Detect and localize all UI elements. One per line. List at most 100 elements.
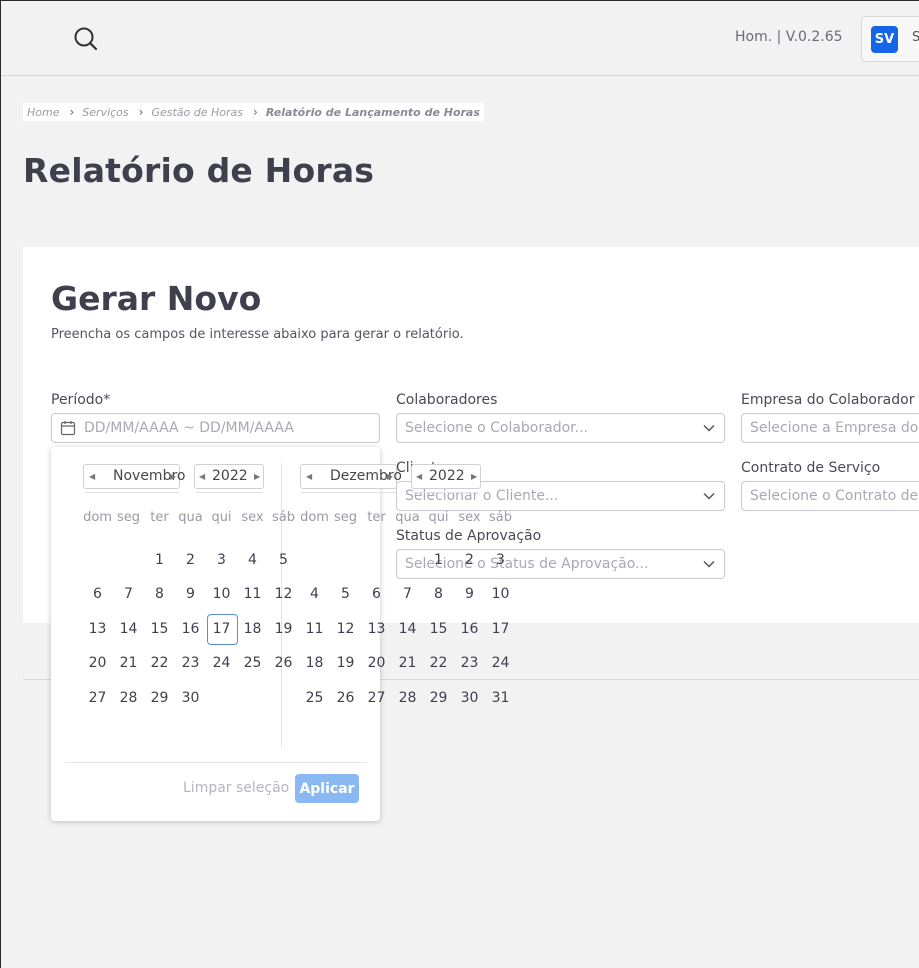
right-calendar-day[interactable]: 24 [485,655,516,671]
right-calendar-day[interactable]: 19 [330,655,361,671]
left-calendar-day[interactable]: 17 [206,621,237,637]
left-weekday-1: seg [116,510,141,525]
empresa-placeholder: Selecione a Empresa do Colaborador... [750,420,919,436]
search-icon[interactable] [73,26,99,52]
left-calendar-day[interactable]: 6 [82,586,113,602]
left-calendar-day[interactable]: 27 [82,690,113,706]
right-calendar-day[interactable]: 17 [485,621,516,637]
next-month-arrow-icon[interactable]: ▶ [170,472,176,481]
left-weekday-5: sex [241,510,264,525]
breadcrumb-gestao-horas[interactable]: Gestão de Horas [151,106,243,119]
card-subtitle: Preencha os campos de interesse abaixo p… [51,327,464,342]
right-calendar-day[interactable]: 15 [423,621,454,637]
contrato-select[interactable]: Selecione o Contrato de Serviço... [741,481,919,511]
prev-year-arrow-icon[interactable]: ◀ [199,472,205,481]
right-calendar-day[interactable]: 31 [485,690,516,706]
right-calendar-day[interactable]: 1 [423,552,454,568]
right-year-label: 2022 [429,468,465,484]
right-calendar-day[interactable]: 16 [454,621,485,637]
left-calendar-day[interactable]: 23 [175,655,206,671]
prev-year-arrow-icon[interactable]: ◀ [416,472,422,481]
right-calendar-day[interactable]: 30 [454,690,485,706]
right-calendar-day[interactable]: 13 [361,621,392,637]
user-menu[interactable]: SV S [861,16,919,62]
right-calendar-day[interactable]: 6 [361,586,392,602]
left-calendar-day[interactable]: 9 [175,586,206,602]
left-calendar-day[interactable]: 10 [206,586,237,602]
left-calendar-day[interactable]: 21 [113,655,144,671]
right-calendar-day[interactable]: 10 [485,586,516,602]
prev-month-arrow-icon[interactable]: ◀ [89,472,95,481]
right-calendar-day[interactable]: 18 [299,655,330,671]
apply-button[interactable]: Aplicar [295,774,359,803]
right-weekday-4: qui [428,510,449,525]
left-calendar-day[interactable]: 15 [144,621,175,637]
right-calendar-day[interactable]: 26 [330,690,361,706]
left-month-select[interactable]: ◀ Novembro ▶ [83,464,185,493]
right-calendar-day[interactable]: 11 [299,621,330,637]
right-calendar-day[interactable]: 22 [423,655,454,671]
left-calendar-day[interactable]: 2 [175,552,206,568]
right-weekday-6: sáb [489,510,512,525]
left-calendar-day[interactable]: 29 [144,690,175,706]
right-calendar-day[interactable]: 14 [392,621,423,637]
right-calendar-day[interactable]: 23 [454,655,485,671]
right-calendar-day[interactable]: 8 [423,586,454,602]
right-calendar-day[interactable]: 29 [423,690,454,706]
right-calendar-day[interactable]: 5 [330,586,361,602]
right-calendar-day[interactable]: 25 [299,690,330,706]
right-calendar-day[interactable]: 2 [454,552,485,568]
left-calendar-day[interactable]: 20 [82,655,113,671]
right-calendar-day[interactable]: 20 [361,655,392,671]
right-calendar-day[interactable]: 27 [361,690,392,706]
right-calendar-day[interactable]: 7 [392,586,423,602]
right-calendar-day[interactable]: 21 [392,655,423,671]
left-calendar-day[interactable]: 30 [175,690,206,706]
right-year-select[interactable]: ◀ 2022 ▶ [411,464,481,493]
next-month-arrow-icon[interactable]: ▶ [387,472,393,481]
right-calendar-day[interactable]: 3 [485,552,516,568]
right-calendar-day[interactable]: 9 [454,586,485,602]
left-calendar-day[interactable]: 8 [144,586,175,602]
left-calendar-day[interactable]: 28 [113,690,144,706]
right-month-select[interactable]: ◀ Dezembro ▶ [300,464,402,493]
left-year-select[interactable]: ◀ 2022 ▶ [194,464,264,493]
left-calendar-day[interactable]: 16 [175,621,206,637]
left-calendar-day[interactable]: 22 [144,655,175,671]
left-calendar-day[interactable]: 3 [206,552,237,568]
left-weekday-0: dom [83,510,112,525]
empresa-select[interactable]: Selecione a Empresa do Colaborador... [741,413,919,443]
next-year-arrow-icon[interactable]: ▶ [254,472,260,481]
left-calendar-day[interactable]: 24 [206,655,237,671]
right-calendar-day[interactable]: 28 [392,690,423,706]
clear-selection-button[interactable]: Limpar seleção [183,780,289,796]
left-calendar-day[interactable]: 14 [113,621,144,637]
colaboradores-label: Colaboradores [396,392,498,408]
prev-month-arrow-icon[interactable]: ◀ [306,472,312,481]
left-calendar-day[interactable]: 26 [268,655,299,671]
left-calendar-day[interactable]: 11 [237,586,268,602]
right-calendar-day[interactable]: 4 [299,586,330,602]
card-title: Gerar Novo [51,279,262,318]
left-weekday-6: sáb [272,510,295,525]
left-calendar-day[interactable]: 4 [237,552,268,568]
breadcrumb: Home › Serviços › Gestão de Horas › Rela… [23,103,484,121]
chevron-down-icon [703,560,715,568]
left-calendar-day[interactable]: 5 [268,552,299,568]
right-calendar-day[interactable]: 12 [330,621,361,637]
left-calendar-day[interactable]: 13 [82,621,113,637]
breadcrumb-home[interactable]: Home [27,106,59,119]
left-calendar-day[interactable]: 19 [268,621,299,637]
left-calendar-day[interactable]: 25 [237,655,268,671]
app-version: Hom. | V.0.2.65 [735,29,843,45]
contrato-label: Contrato de Serviço [741,460,881,476]
right-weekday-0: dom [300,510,329,525]
next-year-arrow-icon[interactable]: ▶ [471,472,477,481]
left-calendar-day[interactable]: 1 [144,552,175,568]
left-calendar-day[interactable]: 12 [268,586,299,602]
breadcrumb-servicos[interactable]: Serviços [82,106,128,119]
left-calendar-day[interactable]: 7 [113,586,144,602]
periodo-input[interactable]: DD/MM/AAAA ~ DD/MM/AAAA [51,413,380,443]
left-calendar-day[interactable]: 18 [237,621,268,637]
colaboradores-select[interactable]: Selecione o Colaborador... [396,413,725,443]
